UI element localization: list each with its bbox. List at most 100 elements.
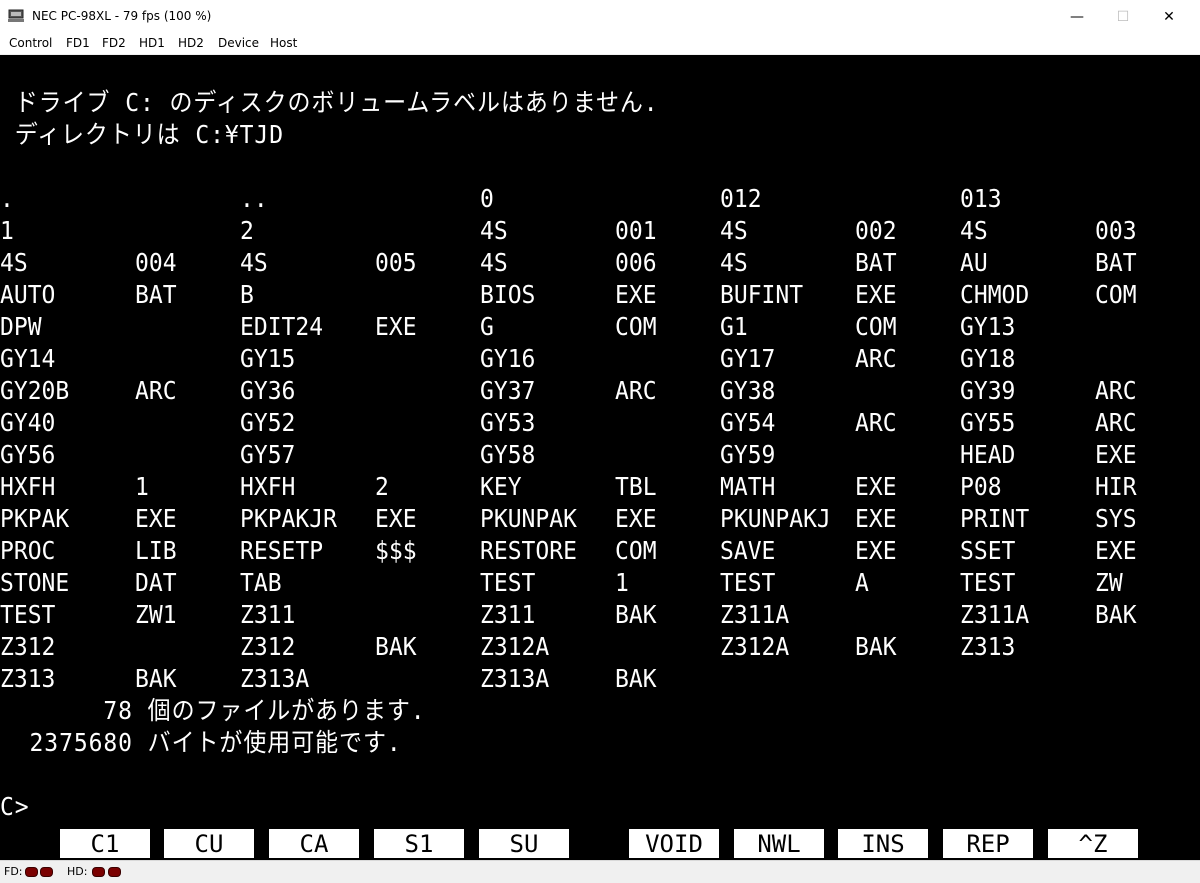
file-name: GY57 [240,440,296,469]
file-name: G1 [720,312,748,341]
file-name: GY55 [960,408,1016,437]
menu-device[interactable]: Device [218,36,259,50]
file-extension: BAK [615,600,657,629]
file-name: GY20B [0,376,70,405]
file-name: TEST [960,568,1016,597]
menu-hd1[interactable]: HD1 [139,36,165,50]
file-extension: 1 [135,472,149,501]
file-name: GY13 [960,312,1016,341]
file-name: RESTORE [480,536,577,565]
file-name: Z312A [720,632,790,661]
file-name: GY15 [240,344,296,373]
file-name: 4S [0,248,28,277]
file-name: AU [960,248,988,277]
file-extension: ARC [855,408,897,437]
title-bar: NEC PC-98XL - 79 fps (100 %) — ☐ ✕ [0,0,1200,33]
file-extension: 006 [615,248,657,277]
file-name: Z311A [720,600,790,629]
file-name: GY58 [480,440,536,469]
file-extension: BAK [375,632,417,661]
file-name: GY52 [240,408,296,437]
function-key-f10[interactable]: ^Z [1048,829,1138,858]
file-extension: EXE [1095,536,1137,565]
function-key-f7[interactable]: NWL [734,829,824,858]
menu-host[interactable]: Host [270,36,297,50]
close-icon: ✕ [1163,8,1175,25]
function-key-f6[interactable]: VOID [629,829,719,858]
file-name: PROC [0,536,56,565]
fd1-led-icon [25,867,38,877]
file-extension: EXE [855,280,897,309]
file-name: Z313 [960,632,1016,661]
function-key-f3[interactable]: CA [269,829,359,858]
close-button[interactable]: ✕ [1146,0,1192,33]
file-name: BIOS [480,280,536,309]
file-name: . [0,184,14,213]
emulator-screen[interactable]: ドライブ C: のディスクのボリュームラベルはありません. ディレクトリは C:… [0,55,1200,860]
file-name: Z311 [240,600,296,629]
file-extension: EXE [855,504,897,533]
file-count-line: 78 個のファイルがあります. [0,696,426,725]
file-extension: EXE [855,536,897,565]
file-extension: EXE [375,504,417,533]
function-key-f9[interactable]: REP [943,829,1033,858]
file-name: GY38 [720,376,776,405]
directory-row: PKPAK EXE PKPAKJR EXE PKUNPAK EXE PKUNPAKJ EXE P… [0,503,1200,535]
file-extension: ARC [855,344,897,373]
file-extension: BAT [135,280,177,309]
maximize-icon: ☐ [1116,8,1130,25]
file-name: 4S [960,216,988,245]
minimize-button[interactable]: — [1054,0,1100,33]
file-extension: BAT [1095,248,1137,277]
function-key-f5[interactable]: SU [479,829,569,858]
file-extension: LIB [135,536,177,565]
file-name: 012 [720,184,762,213]
file-name: 4S [720,248,748,277]
directory-row: GY56 GY57 GY58 GY59 HEAD EXE [0,439,1200,471]
file-extension: ZW [1095,568,1123,597]
file-name: EDIT24 [240,312,324,341]
directory-row: GY14 GY15 GY16 GY17 ARC GY18 [0,343,1200,375]
file-name: GY54 [720,408,776,437]
file-name: MATH [720,472,776,501]
command-prompt[interactable]: C> [0,791,30,823]
file-name: STONE [0,568,70,597]
file-name: GY36 [240,376,296,405]
directory-row: Z312 Z312 BAK Z312A Z312A BAK Z313 [0,631,1200,663]
file-name: GY37 [480,376,536,405]
directory-row: GY40 GY52 GY53 GY54 ARC GY55 ARC [0,407,1200,439]
file-extension: ARC [615,376,657,405]
file-name: TEST [0,600,56,629]
directory-row: TEST ZW1 Z311 Z311 BAK Z311A Z311A BAK [0,599,1200,631]
file-name: GY17 [720,344,776,373]
file-extension: EXE [615,504,657,533]
file-name: Z313A [480,664,550,693]
function-key-f8[interactable]: INS [838,829,928,858]
function-key-f2[interactable]: CU [164,829,254,858]
menu-fd2[interactable]: FD2 [102,36,126,50]
file-extension: SYS [1095,504,1137,533]
file-extension: 001 [615,216,657,245]
file-name: GY16 [480,344,536,373]
file-name: Z312A [480,632,550,661]
maximize-button[interactable]: ☐ [1100,0,1146,33]
menu-hd2[interactable]: HD2 [178,36,204,50]
file-name: TEST [480,568,536,597]
file-name: HXFH [240,472,296,501]
menu-control[interactable]: Control [9,36,52,50]
file-extension: 003 [1095,216,1137,245]
file-extension: HIR [1095,472,1137,501]
directory-row: PROC LIB RESETP $$$ RESTORE COM SAVE EXE SSET EXE [0,535,1200,567]
file-extension: 004 [135,248,177,277]
hd-label: HD: [67,865,88,878]
directory-row: GY20B ARC GY36 GY37 ARC GY38 GY39 ARC [0,375,1200,407]
file-name: GY18 [960,344,1016,373]
file-extension: BAK [135,664,177,693]
hd2-led-icon [108,867,121,877]
menu-fd1[interactable]: FD1 [66,36,90,50]
file-name: PRINT [960,504,1030,533]
function-key-f1[interactable]: C1 [60,829,150,858]
file-extension: EXE [615,280,657,309]
function-key-f4[interactable]: S1 [374,829,464,858]
hd1-led-icon [92,867,105,877]
